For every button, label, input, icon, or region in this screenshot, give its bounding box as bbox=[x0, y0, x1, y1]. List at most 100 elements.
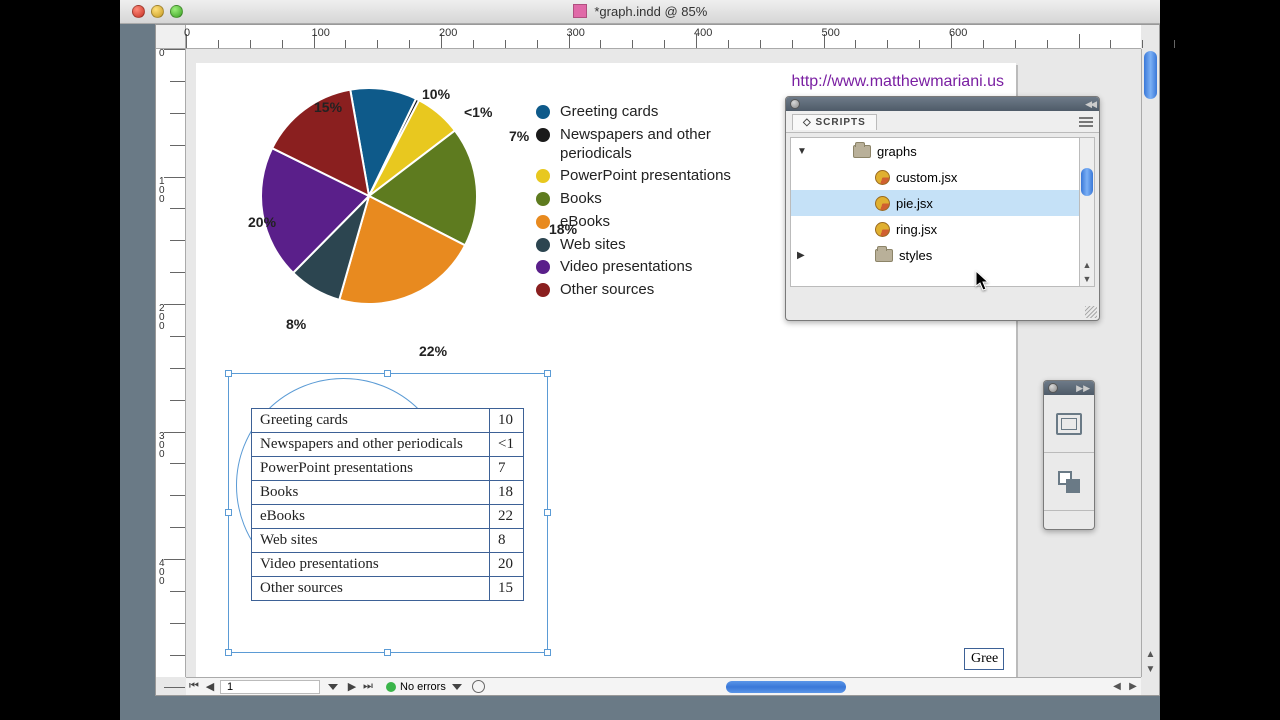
panel-collapse-button[interactable]: ◀◀ bbox=[1085, 99, 1095, 110]
table-cell-value[interactable]: 18 bbox=[490, 481, 524, 505]
panel-titlebar[interactable]: ◀◀ bbox=[786, 97, 1099, 111]
legend-swatch bbox=[536, 128, 550, 142]
table-row[interactable]: Video presentations20 bbox=[252, 553, 524, 577]
legend-label: Books bbox=[560, 190, 602, 209]
table-row[interactable]: eBooks22 bbox=[252, 505, 524, 529]
disclosure-triangle[interactable]: ▼ bbox=[797, 146, 807, 157]
legend-item-6: Video presentations bbox=[536, 258, 750, 277]
page-dropdown-arrow[interactable] bbox=[328, 684, 338, 690]
ruler-horizontal[interactable]: 0100200300400500600 bbox=[186, 25, 1141, 49]
table-cell-value[interactable]: 7 bbox=[490, 457, 524, 481]
panel-resize-grip[interactable] bbox=[1085, 306, 1097, 318]
tree-scroll-up[interactable]: ▲ bbox=[1080, 258, 1094, 272]
scroll-up-arrow[interactable]: ▲ bbox=[1142, 647, 1159, 662]
table-cell-label[interactable]: Other sources bbox=[252, 577, 490, 601]
window-titlebar[interactable]: *graph.indd @ 85% bbox=[120, 0, 1160, 24]
mini-panel-bar[interactable]: ▶▶ bbox=[1044, 381, 1094, 395]
tree-script-ring.jsx[interactable]: ring.jsx bbox=[791, 216, 1094, 242]
last-page-button[interactable]: ⏭ bbox=[360, 679, 376, 695]
legend-label: Greeting cards bbox=[560, 103, 658, 122]
vscroll-thumb[interactable] bbox=[1144, 51, 1157, 99]
layers-icon bbox=[1058, 471, 1080, 493]
table-cell-label[interactable]: Web sites bbox=[252, 529, 490, 553]
collapsed-panel[interactable]: ▶▶ bbox=[1043, 380, 1095, 530]
tree-folder-styles[interactable]: ▶styles bbox=[791, 242, 1094, 268]
tree-item-label: graphs bbox=[877, 144, 917, 159]
sync-icon[interactable] bbox=[472, 680, 485, 693]
script-icon bbox=[875, 222, 890, 237]
table-cell-value[interactable]: 15 bbox=[490, 577, 524, 601]
legend-swatch bbox=[536, 260, 550, 274]
tree-script-custom.jsx[interactable]: custom.jsx bbox=[791, 164, 1094, 190]
ruler-origin[interactable] bbox=[156, 25, 186, 49]
data-table[interactable]: Greeting cards10Newspapers and other per… bbox=[251, 408, 524, 601]
panel-icon-button-1[interactable] bbox=[1044, 395, 1094, 453]
preflight-status-icon bbox=[386, 682, 396, 692]
table-cell-value[interactable]: 22 bbox=[490, 505, 524, 529]
table-cell-value[interactable]: 10 bbox=[490, 409, 524, 433]
scripts-tab[interactable]: ◇ SCRIPTS bbox=[792, 114, 877, 130]
scripts-panel[interactable]: ◀◀ ◇ SCRIPTS ▼ graphs custom.jsxpie.jsx rin… bbox=[785, 96, 1100, 321]
vertical-scrollbar[interactable]: ▲ ▼ bbox=[1141, 49, 1159, 677]
legend-item-7: Other sources bbox=[536, 281, 750, 300]
legend-label: Web sites bbox=[560, 236, 626, 255]
script-icon bbox=[875, 170, 890, 185]
table-cell-label[interactable]: Video presentations bbox=[252, 553, 490, 577]
table-row[interactable]: Newspapers and other periodicals<1 bbox=[252, 433, 524, 457]
table-row[interactable]: Other sources15 bbox=[252, 577, 524, 601]
scroll-left-arrow[interactable]: ◀ bbox=[1109, 677, 1125, 695]
page-number-field[interactable]: 1 bbox=[220, 680, 320, 694]
table-row[interactable]: PowerPoint presentations7 bbox=[252, 457, 524, 481]
panel-flyout-menu[interactable] bbox=[1079, 117, 1093, 127]
legend-item-5: Web sites bbox=[536, 236, 750, 255]
table-cell-value[interactable]: 8 bbox=[490, 529, 524, 553]
table-cell-label[interactable]: eBooks bbox=[252, 505, 490, 529]
url-text: http://www.matthewmariani.us bbox=[791, 73, 1004, 91]
pie-chart[interactable] bbox=[254, 81, 484, 311]
tree-scrollbar[interactable]: ▲ ▼ bbox=[1079, 138, 1094, 286]
table-cell-label[interactable]: Newspapers and other periodicals bbox=[252, 433, 490, 457]
next-page-button[interactable]: ▶ bbox=[344, 679, 360, 695]
table-row[interactable]: Greeting cards10 bbox=[252, 409, 524, 433]
tree-scroll-down[interactable]: ▼ bbox=[1080, 272, 1094, 286]
pie-legend: Greeting cardsNewspapers and other perio… bbox=[536, 99, 750, 304]
mini-panel-close[interactable] bbox=[1048, 383, 1058, 393]
legend-label: Video presentations bbox=[560, 258, 692, 277]
scroll-right-arrow[interactable]: ▶ bbox=[1125, 677, 1141, 695]
panel-close-button[interactable] bbox=[790, 99, 800, 109]
legend-item-4: eBooks bbox=[536, 213, 750, 232]
ruler-vertical[interactable]: 01 0 02 0 03 0 04 0 0 bbox=[156, 49, 186, 677]
table-row[interactable]: Web sites8 bbox=[252, 529, 524, 553]
pct-label-7: 15% bbox=[314, 99, 342, 115]
table-cell-value[interactable]: 20 bbox=[490, 553, 524, 577]
script-icon bbox=[875, 196, 890, 211]
panel-icon-button-2[interactable] bbox=[1044, 453, 1094, 511]
prev-page-button[interactable]: ◀ bbox=[202, 679, 218, 695]
tree-scroll-thumb[interactable] bbox=[1081, 168, 1093, 196]
table-cell-value[interactable]: <1 bbox=[490, 433, 524, 457]
hscroll-thumb[interactable] bbox=[726, 681, 846, 693]
legend-label: Other sources bbox=[560, 281, 654, 300]
tree-item-label: ring.jsx bbox=[896, 222, 937, 237]
scroll-down-arrow[interactable]: ▼ bbox=[1142, 662, 1159, 677]
window-title: *graph.indd @ 85% bbox=[120, 4, 1160, 19]
pct-label-5: 8% bbox=[286, 316, 306, 332]
legend-swatch bbox=[536, 169, 550, 183]
pct-label-0: 10% bbox=[422, 86, 450, 102]
status-bar: ⏮ ◀ 1 ▶ ⏭ No errors ◀ ▶ bbox=[186, 677, 1141, 695]
pct-label-2: 7% bbox=[509, 128, 529, 144]
pct-label-4: 22% bbox=[419, 343, 447, 359]
table-cell-label[interactable]: PowerPoint presentations bbox=[252, 457, 490, 481]
scripts-tree[interactable]: ▼graphscustom.jsxpie.jsxring.jsx▶styles … bbox=[790, 137, 1095, 287]
preflight-menu-arrow[interactable] bbox=[452, 684, 462, 690]
table-row[interactable]: Books18 bbox=[252, 481, 524, 505]
panel-expand-button[interactable]: ▶▶ bbox=[1076, 383, 1090, 394]
table-cell-label[interactable]: Greeting cards bbox=[252, 409, 490, 433]
legend-swatch bbox=[536, 283, 550, 297]
desktop-area: *graph.indd @ 85% 0100200300400500600 01… bbox=[120, 0, 1160, 720]
first-page-button[interactable]: ⏮ bbox=[186, 679, 202, 695]
disclosure-triangle[interactable]: ▶ bbox=[797, 250, 807, 261]
tree-script-pie.jsx[interactable]: pie.jsx bbox=[791, 190, 1094, 216]
tree-folder-graphs[interactable]: ▼ graphs bbox=[791, 138, 1094, 164]
table-cell-label[interactable]: Books bbox=[252, 481, 490, 505]
